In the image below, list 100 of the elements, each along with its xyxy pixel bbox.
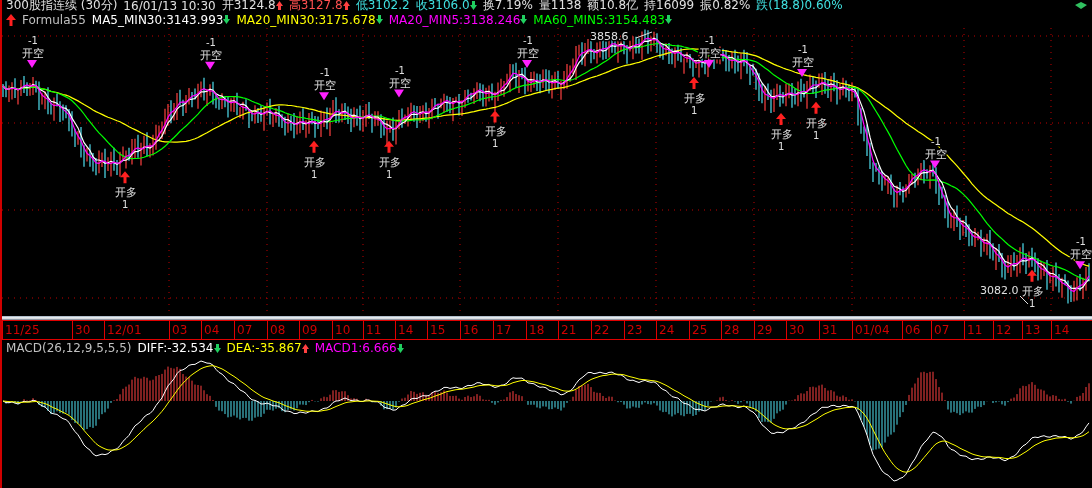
date-label: 12/01 <box>104 321 169 339</box>
date-label: 11/25 <box>2 321 72 339</box>
indicator-value: DIFF:-32.534 <box>137 341 221 355</box>
date-label: 07 <box>931 321 964 339</box>
indicator-value: MA5_MIN30:3143.993 <box>91 12 231 27</box>
buy-arrow-icon <box>689 76 699 89</box>
signal-count: 1 <box>813 129 820 141</box>
quote-field: 跌(18.8)0.60% <box>756 0 843 14</box>
signal-count: -1 <box>798 44 808 55</box>
buy-arrow-icon <box>776 113 786 126</box>
indicator-value: MA20_MIN5:3138.246 <box>388 12 528 27</box>
sell-triangle-icon <box>319 92 329 101</box>
date-label: 10 <box>332 321 363 339</box>
signal-label: 开多 <box>304 155 326 169</box>
signal-count: 1 <box>492 138 499 150</box>
date-label: 15 <box>427 321 460 339</box>
signal-count: -1 <box>523 35 533 46</box>
scroll-strip[interactable] <box>2 316 1092 320</box>
date-label: 14 <box>395 321 427 339</box>
indicator-value: DEA:-35.867 <box>226 341 309 355</box>
signal-count: -1 <box>320 67 330 79</box>
quote-field: 振0.82% <box>700 0 751 14</box>
signal-count: -1 <box>931 135 941 147</box>
quote-field: 16/01/13 10:30 <box>123 0 216 13</box>
quote-field: 收3106.0 <box>415 0 477 14</box>
buy-arrow-icon <box>811 101 821 114</box>
indicator-value: MA60_MIN5:3154.483 <box>533 12 672 27</box>
signal-label: 开空 <box>22 47 44 60</box>
quote-field: 开3124.8 <box>221 0 283 14</box>
date-label: 08 <box>267 321 299 339</box>
signal-count: -1 <box>705 35 715 46</box>
date-label: 01/04 <box>852 321 902 339</box>
buy-arrow-icon <box>309 140 319 153</box>
date-label: 11 <box>964 321 993 339</box>
indicator-value: MA20_MIN30:3175.678 <box>236 12 383 27</box>
quote-field: 换7.19% <box>482 0 533 14</box>
date-label: 31 <box>819 321 852 339</box>
signal-label: 开空 <box>1070 248 1092 262</box>
quote-field: 量1138 <box>538 0 582 14</box>
date-label: 16 <box>460 321 493 339</box>
signal-count: -1 <box>395 64 405 76</box>
date-label: 03 <box>169 321 201 339</box>
sell-triangle-icon <box>704 60 714 68</box>
signal-count: -1 <box>28 35 38 46</box>
low-price-label: 3082.0 <box>980 284 1019 297</box>
buy-arrow-icon <box>120 171 130 184</box>
date-label: 23 <box>624 321 656 339</box>
signal-label: 开空 <box>200 48 222 62</box>
formula-name: Formula55 <box>22 12 86 27</box>
sell-triangle-icon <box>394 89 404 98</box>
chip-icon <box>1074 0 1088 11</box>
sell-triangle-icon <box>797 69 807 77</box>
signal-count: 1 <box>122 199 129 211</box>
sell-triangle-icon <box>205 61 215 70</box>
date-label: 07 <box>234 321 267 339</box>
date-label: 12 <box>993 321 1022 339</box>
signal-label: 开空 <box>517 47 539 60</box>
date-label: 30 <box>72 321 104 339</box>
quote-field: 300股指连续 (30分) <box>6 0 118 14</box>
signal-label: 开空 <box>314 79 336 93</box>
date-label: 17 <box>493 321 526 339</box>
signal-count: -1 <box>1076 236 1086 248</box>
signal-count: 1 <box>1029 297 1036 309</box>
signal-count: 1 <box>386 168 393 180</box>
date-label: 11 <box>363 321 395 339</box>
date-label: 04 <box>201 321 234 339</box>
signal-label: 开多 <box>806 116 828 130</box>
signal-label: 开多 <box>485 125 507 139</box>
sell-triangle-icon <box>1075 261 1085 270</box>
date-label: 21 <box>558 321 591 339</box>
buy-arrow-icon <box>490 110 500 123</box>
signal-label: 开多 <box>115 186 137 200</box>
signal-count: 1 <box>311 168 318 180</box>
sell-triangle-icon <box>930 160 940 169</box>
buy-arrow-icon <box>384 140 394 153</box>
signal-label: 开空 <box>792 56 814 69</box>
sell-triangle-icon <box>27 60 37 68</box>
signal-count: -1 <box>206 36 216 48</box>
signal-count: 1 <box>691 104 698 116</box>
macd-title: MACD(26,12,9,5,5,5) <box>6 341 132 355</box>
sell-triangle-icon <box>522 60 532 68</box>
leader-line <box>1019 295 1029 305</box>
date-label: 13 <box>1022 321 1051 339</box>
date-label: 25 <box>689 321 721 339</box>
indicator-value: MACD1:6.666 <box>314 341 404 355</box>
quote-field: 持16099 <box>644 0 695 14</box>
signal-label: 开多 <box>1022 284 1044 298</box>
signal-label: 开空 <box>389 76 411 90</box>
date-label: 28 <box>721 321 754 339</box>
date-label: 18 <box>526 321 558 339</box>
date-label: 30 <box>786 321 819 339</box>
date-label: 29 <box>754 321 786 339</box>
buy-arrow-icon <box>1027 269 1037 282</box>
leader-line <box>635 31 653 39</box>
signal-label: 开多 <box>379 155 401 169</box>
signal-label: 开空 <box>925 147 947 161</box>
date-label: 24 <box>656 321 689 339</box>
signal-label: 开多 <box>684 91 706 105</box>
date-label: 14 <box>1051 321 1084 339</box>
date-label: 09 <box>299 321 332 339</box>
